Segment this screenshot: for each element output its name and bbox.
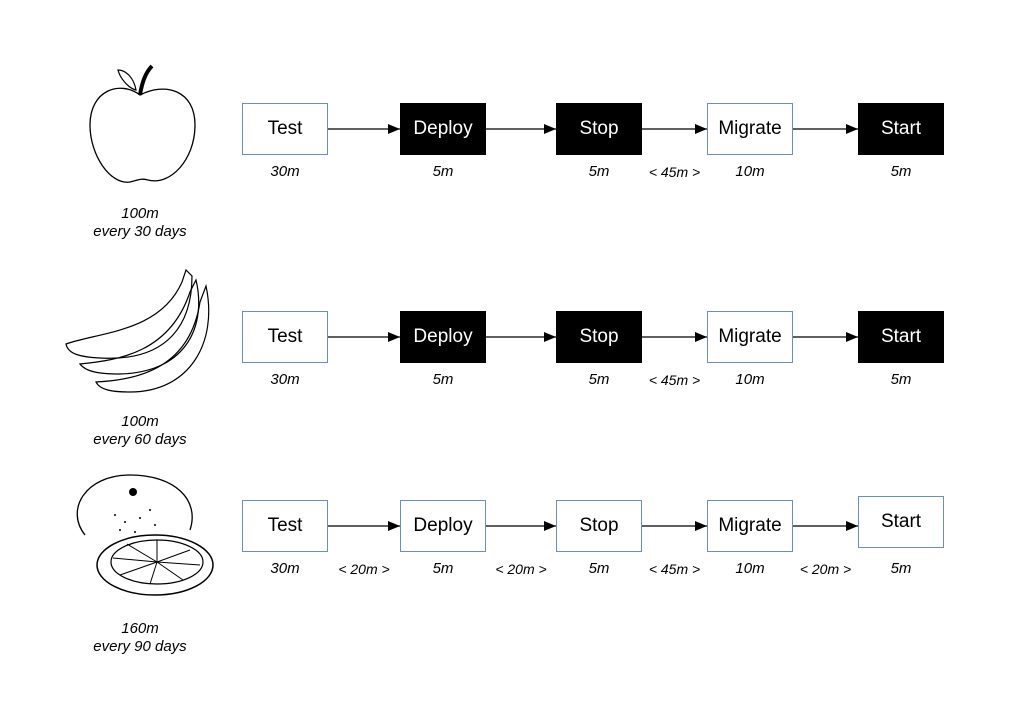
step-duration: 5m <box>890 371 912 388</box>
step-stop: Stop <box>556 103 642 155</box>
gap-duration: < 20m > <box>338 561 390 577</box>
apple-icon <box>89 64 196 183</box>
step-duration: 5m <box>432 163 454 180</box>
step-test: Test <box>242 311 328 363</box>
schedule-caption: 160m every 90 days <box>70 620 210 656</box>
step-duration: 5m <box>432 371 454 388</box>
step-duration: 10m <box>735 371 765 388</box>
step-start: Start <box>858 311 944 363</box>
step-duration: 5m <box>890 560 912 577</box>
step-duration: 30m <box>270 163 300 180</box>
frequency: every 90 days <box>93 638 187 655</box>
diagram: Test 30m Deploy 5m Stop 5m < 45m > Migrate 10m St… <box>0 0 1024 724</box>
banana-icon <box>65 268 210 393</box>
step-duration: 30m <box>270 560 300 577</box>
frequency: every 30 days <box>93 223 187 240</box>
step-duration: 5m <box>890 163 912 180</box>
step-test: Test <box>242 500 328 552</box>
frequency: every 60 days <box>93 431 187 448</box>
step-deploy: Deploy <box>400 103 486 155</box>
schedule-caption: 100m every 60 days <box>70 413 210 449</box>
step-stop: Stop <box>556 311 642 363</box>
step-deploy: Deploy <box>400 311 486 363</box>
step-start: Start <box>858 103 944 155</box>
step-duration: 30m <box>270 371 300 388</box>
total-duration: 100m <box>121 413 159 430</box>
step-duration: 10m <box>735 163 765 180</box>
step-stop: Stop <box>556 500 642 552</box>
orange-icon <box>76 474 214 596</box>
step-duration: 5m <box>432 560 454 577</box>
step-migrate: Migrate <box>707 311 793 363</box>
step-migrate: Migrate <box>707 103 793 155</box>
total-duration: 100m <box>121 205 159 222</box>
total-duration: 160m <box>121 620 159 637</box>
step-migrate: Migrate <box>707 500 793 552</box>
step-test: Test <box>242 103 328 155</box>
schedule-caption: 100m every 30 days <box>70 205 210 241</box>
step-start: Start <box>858 496 944 548</box>
step-deploy: Deploy <box>400 500 486 552</box>
